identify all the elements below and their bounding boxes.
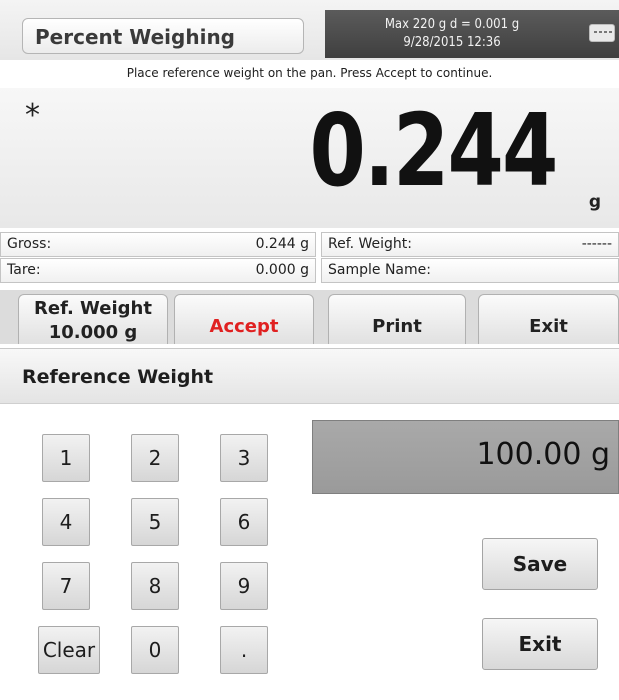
header-bar: Percent Weighing Max 220 g d = 0.001 g 9… [0,0,619,60]
keyboard-icon[interactable] [589,24,615,42]
gross-label: Gross: [7,236,52,252]
gross-row: Gross: 0.244 g [0,232,316,257]
exit-button[interactable]: Exit [478,294,619,344]
tare-label: Tare: [7,262,41,278]
save-button[interactable]: Save [482,538,598,590]
sample-name-row: Sample Name: [321,258,619,283]
instruction-text: Place reference weight on the pan. Press… [126,66,493,80]
key-9[interactable]: 9 [220,562,268,610]
weight-display: * 0.244 g [0,88,619,228]
dialog-exit-button[interactable]: Exit [482,618,598,670]
gross-value: 0.244 g [255,236,309,252]
ref-weight-row: Ref. Weight: ------ [321,232,619,257]
date-time-readout: 9/28/2015 12:36 [403,35,501,50]
print-button[interactable]: Print [328,294,466,344]
info-table: Gross: 0.244 g Tare: 0.000 g Ref. Weight… [0,232,619,286]
tare-row: Tare: 0.000 g [0,258,316,283]
ref-weight-label: Ref. Weight: [328,236,413,252]
key-2[interactable]: 2 [131,434,179,482]
key-5[interactable]: 5 [131,498,179,546]
dialog-title: Reference Weight [22,366,214,388]
key-4[interactable]: 4 [42,498,90,546]
key-8[interactable]: 8 [131,562,179,610]
softkey-row: Ref. Weight 10.000 g Accept Print Exit [0,290,619,344]
tare-value: 0.000 g [255,262,309,278]
key-3[interactable]: 3 [220,434,268,482]
key-decimal[interactable]: . [220,626,268,674]
reference-weight-input[interactable]: 100.00 g [312,420,619,494]
key-6[interactable]: 6 [220,498,268,546]
ref-weight-button[interactable]: Ref. Weight 10.000 g [18,294,168,344]
application-mode-button[interactable]: Percent Weighing [22,18,304,54]
key-clear[interactable]: Clear [38,626,100,674]
print-button-label: Print [372,316,422,337]
accept-button-label: Accept [209,316,279,337]
accept-button[interactable]: Accept [174,294,314,344]
sample-name-label: Sample Name: [328,262,431,278]
key-1[interactable]: 1 [42,434,90,482]
ref-weight-button-label: Ref. Weight [34,298,152,319]
reference-weight-dialog-header: Reference Weight [0,348,619,404]
key-0[interactable]: 0 [131,626,179,674]
weight-readout: 0.244 [309,92,559,209]
status-panel: Max 220 g d = 0.001 g 9/28/2015 12:36 [325,10,619,58]
capacity-readout: Max 220 g d = 0.001 g [384,17,520,32]
ref-weight-button-value: 10.000 g [48,322,138,343]
ref-weight-value: ------ [581,236,612,252]
weight-unit[interactable]: g [589,192,601,212]
stability-marker: * [25,98,40,133]
key-7[interactable]: 7 [42,562,90,610]
exit-button-label: Exit [529,316,568,337]
